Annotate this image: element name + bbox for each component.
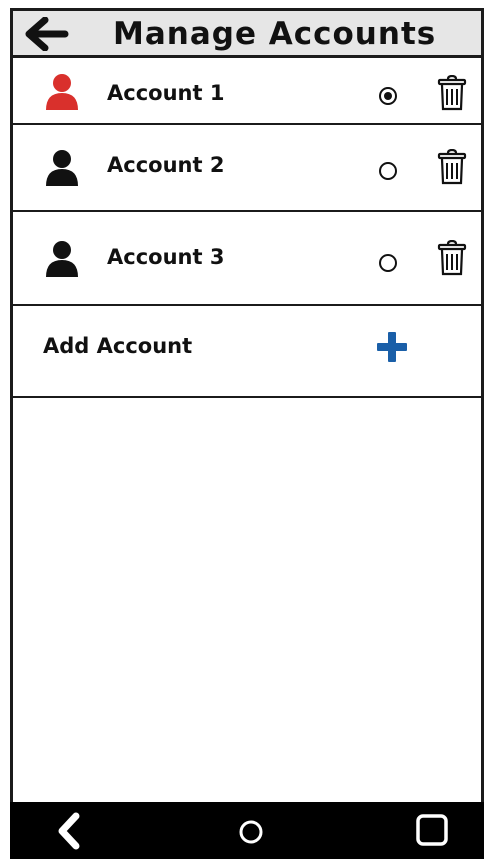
radio-selected-dot [384,92,392,100]
user-icon [46,150,78,186]
square-recents-icon[interactable] [414,812,450,848]
user-icon [46,241,78,277]
account-row[interactable]: Account 1 [13,58,481,125]
trash-icon[interactable] [437,240,467,276]
app-header: Manage Accounts [10,8,484,58]
plus-icon[interactable] [375,330,409,364]
account-radio[interactable] [379,254,397,272]
add-account-row[interactable]: Add Account [13,306,481,398]
trash-icon[interactable] [437,75,467,111]
account-row[interactable]: Account 3 [13,212,481,306]
page-title: Manage Accounts [113,16,437,52]
arrow-left-icon [25,16,69,52]
account-radio[interactable] [379,162,397,180]
chevron-left-icon[interactable] [54,812,84,850]
back-button[interactable] [25,16,69,52]
account-name: Account 2 [107,153,225,177]
account-name: Account 1 [107,81,225,105]
system-nav-bar [10,802,484,859]
add-account-label[interactable]: Add Account [43,334,192,358]
trash-icon[interactable] [437,149,467,185]
account-name: Account 3 [107,245,225,269]
account-row[interactable]: Account 2 [13,125,481,212]
circle-home-icon[interactable] [238,819,264,845]
user-icon [46,74,78,110]
account-radio[interactable] [379,87,397,105]
